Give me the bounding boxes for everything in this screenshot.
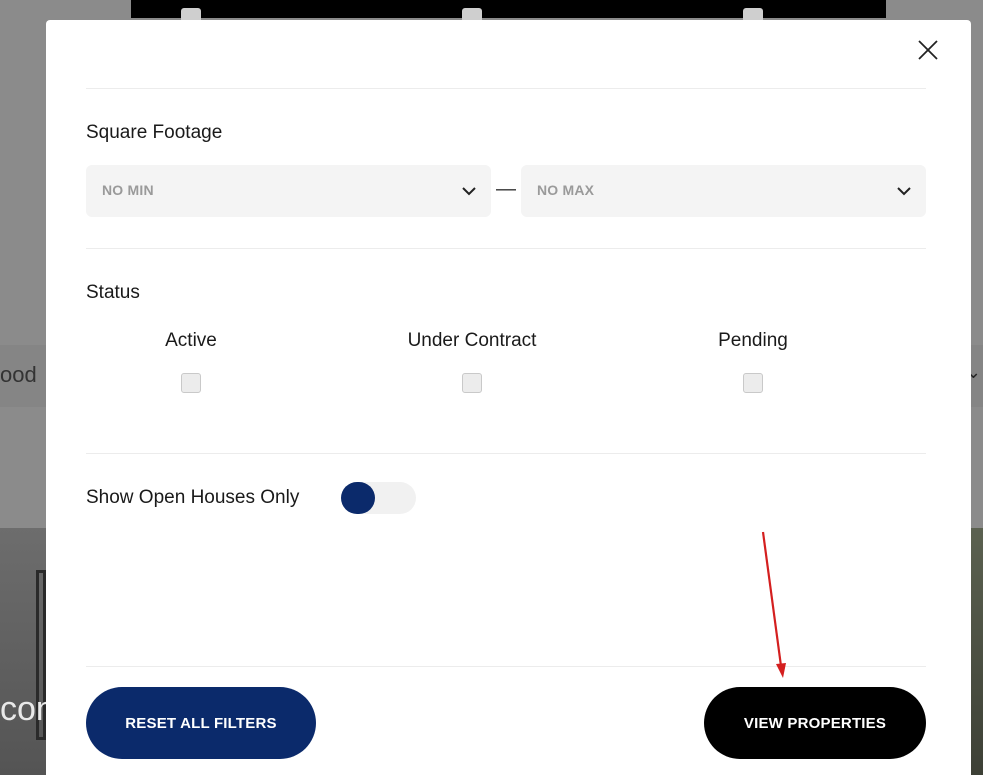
status-label-active: Active xyxy=(165,330,217,351)
view-properties-button[interactable]: VIEW PROPERTIES xyxy=(704,687,926,759)
divider xyxy=(86,248,926,249)
filters-modal: Square Footage NO MIN — NO MAX Status Ac… xyxy=(46,20,971,775)
toggle-knob xyxy=(341,482,375,514)
reset-all-filters-button[interactable]: RESET ALL FILTERS xyxy=(86,687,316,759)
divider xyxy=(86,666,926,667)
close-icon xyxy=(918,40,938,60)
background-filter-text: ood xyxy=(0,362,37,387)
range-separator: — xyxy=(496,178,516,200)
square-footage-max-select[interactable]: NO MAX xyxy=(521,165,926,217)
status-checkbox-under-contract[interactable] xyxy=(462,373,482,393)
open-houses-toggle[interactable] xyxy=(341,482,416,514)
divider xyxy=(86,453,926,454)
status-label-under-contract: Under Contract xyxy=(407,330,537,351)
chevron-down-icon xyxy=(897,187,911,196)
background-photo xyxy=(971,528,983,775)
open-houses-label: Show Open Houses Only xyxy=(86,487,300,508)
status-label-pending: Pending xyxy=(718,330,788,351)
square-footage-min-select[interactable]: NO MIN xyxy=(86,165,491,217)
status-title: Status xyxy=(86,282,140,303)
divider xyxy=(86,88,926,89)
chevron-down-icon xyxy=(462,187,476,196)
square-footage-max-value: NO MAX xyxy=(537,182,595,198)
status-checkbox-pending[interactable] xyxy=(743,373,763,393)
square-footage-min-value: NO MIN xyxy=(102,182,154,198)
status-checkbox-active[interactable] xyxy=(181,373,201,393)
background-header-bar xyxy=(131,0,886,18)
close-button[interactable] xyxy=(915,37,941,63)
square-footage-title: Square Footage xyxy=(86,122,223,143)
